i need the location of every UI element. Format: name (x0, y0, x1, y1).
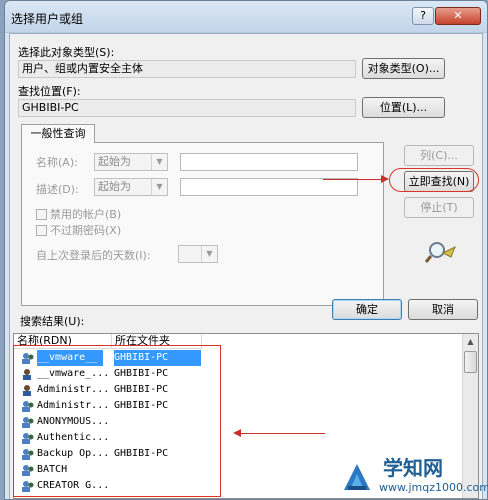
object-types-button[interactable]: 对象类型(O)... (362, 58, 445, 79)
name-input[interactable] (180, 153, 358, 171)
object-type-field: 用户、组或内置安全主体 (18, 60, 356, 78)
description-match-combo[interactable]: 起始为 ▼ (94, 178, 168, 196)
disabled-accounts-checkbox[interactable]: 禁用的帐户(B) (36, 206, 121, 222)
window-title: 选择用户或组 (11, 12, 84, 26)
results-highlight (13, 345, 221, 497)
description-label: 描述(D): (36, 183, 79, 196)
non-expiring-password-checkbox[interactable]: 不过期密码(X) (36, 222, 121, 238)
close-button[interactable]: ✕ (435, 7, 481, 25)
watermark-logo-icon (344, 464, 370, 490)
title-bar[interactable]: 选择用户或组 ? ✕ (5, 1, 487, 33)
description-input[interactable] (180, 178, 358, 196)
search-results-label: 搜索结果(U): (20, 315, 85, 328)
checkbox-box (36, 225, 47, 236)
chevron-down-icon: ▼ (201, 246, 217, 262)
non-expiring-password-label: 不过期密码(X) (50, 224, 122, 237)
help-button[interactable]: ? (412, 7, 434, 25)
watermark-url: www.jmqz1000.com (379, 481, 488, 494)
arrow-left-icon (233, 429, 241, 437)
annotation-arrow-line (241, 433, 325, 434)
columns-button[interactable]: 列(C)... (404, 145, 474, 166)
tab-common-queries[interactable]: 一般性查询 (21, 124, 95, 143)
results-scrollbar[interactable]: ▲ (462, 334, 478, 498)
locations-button[interactable]: 位置(L)... (362, 97, 445, 118)
disabled-accounts-label: 禁用的帐户(B) (50, 208, 122, 221)
name-match-value: 起始为 (98, 155, 131, 168)
name-match-combo[interactable]: 起始为 ▼ (94, 153, 168, 171)
scroll-up-arrow-icon[interactable]: ▲ (463, 334, 478, 350)
chevron-down-icon: ▼ (151, 179, 167, 195)
watermark-brand: 学知网 (383, 456, 443, 480)
cancel-button[interactable]: 取消 (408, 299, 478, 320)
location-label: 查找位置(F): (18, 85, 81, 98)
location-field: GHBIBI-PC (18, 99, 356, 117)
chevron-down-icon: ▼ (151, 154, 167, 170)
find-now-highlight (389, 168, 479, 192)
object-type-label: 选择此对象类型(S): (18, 46, 115, 59)
ok-button[interactable]: 确定 (332, 299, 402, 320)
checkbox-box (36, 209, 47, 220)
name-label: 名称(A): (36, 156, 78, 169)
description-match-value: 起始为 (98, 180, 131, 193)
select-users-dialog: 选择用户或组 ? ✕ 选择此对象类型(S): 用户、组或内置安全主体 对象类型(… (4, 0, 488, 500)
days-since-logon-combo[interactable]: ▼ (178, 245, 218, 263)
scroll-thumb[interactable] (464, 351, 477, 373)
stop-button[interactable]: 停止(T) (404, 197, 474, 218)
search-icon (425, 242, 456, 263)
days-since-logon-label: 自上次登录后的天数(I): (36, 249, 151, 262)
arrow-right-icon (381, 175, 389, 183)
annotation-arrow-line (323, 179, 383, 180)
